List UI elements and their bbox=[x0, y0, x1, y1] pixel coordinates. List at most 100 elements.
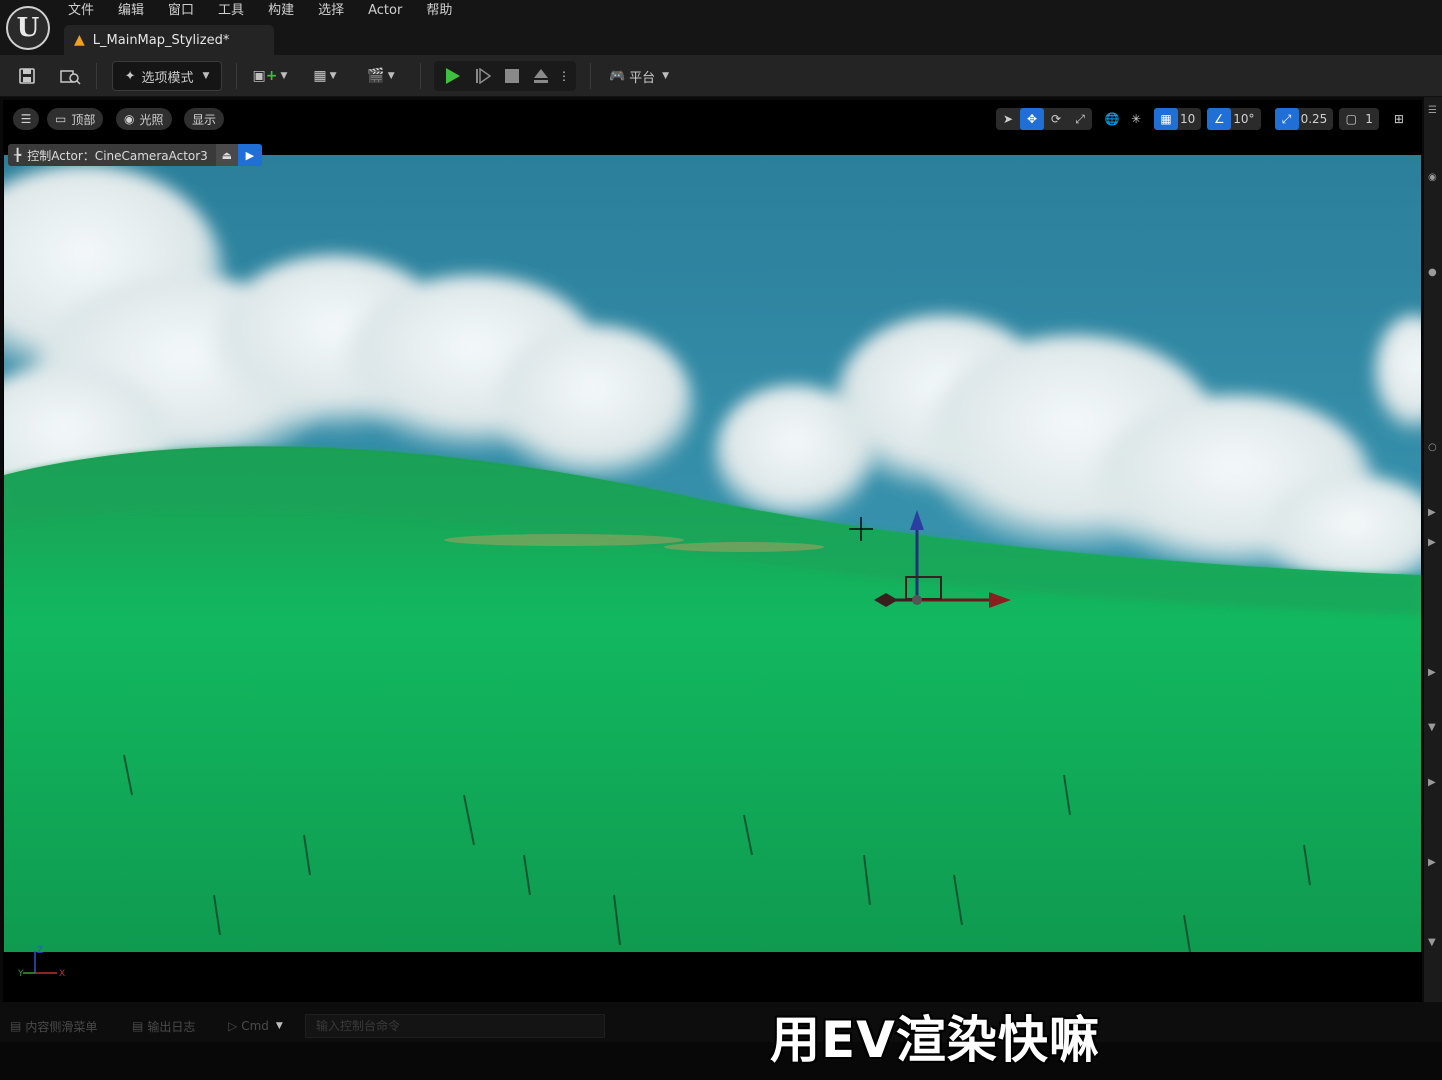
rotation-snap-toggle[interactable]: ∠ bbox=[1207, 108, 1232, 130]
level-tab-label: L_MainMap_Stylized* bbox=[92, 32, 230, 48]
details-panel-edge[interactable]: ☰ ◉ ● ○ ▶ ▶ ▶ ▼ ▶ ▶ ▼ bbox=[1424, 97, 1442, 1002]
menu-tools[interactable]: 工具 bbox=[206, 0, 256, 22]
scene-image bbox=[4, 155, 1421, 952]
menu-window[interactable]: 窗口 bbox=[156, 0, 206, 22]
rotation-snap-group[interactable]: ∠ 10° bbox=[1207, 108, 1261, 130]
eject-icon bbox=[534, 69, 548, 83]
rotate-icon: ⟳ bbox=[1050, 112, 1062, 126]
unreal-logo-icon[interactable]: U bbox=[6, 6, 50, 50]
cmd-selector[interactable]: ▷ Cmd ▼ bbox=[228, 1016, 283, 1036]
toolbar-divider bbox=[236, 63, 237, 89]
scale-tool-button[interactable]: ⤢ bbox=[1068, 108, 1092, 130]
viewport-menu-button[interactable]: ☰ bbox=[13, 108, 39, 130]
folder-search-icon bbox=[60, 70, 81, 85]
scale-snap-value[interactable]: 0.25 bbox=[1299, 112, 1334, 126]
axis-z-label: Z bbox=[37, 946, 43, 956]
eject-icon: ⏏ bbox=[221, 148, 233, 162]
lighting-mode-button[interactable]: ◉ 光照 bbox=[116, 108, 172, 130]
select-mode-icon: ✦ bbox=[124, 68, 136, 84]
more-vertical-icon: ⋮ bbox=[558, 69, 570, 83]
camera-view-button[interactable]: ▶ bbox=[237, 144, 262, 166]
scene-render[interactable] bbox=[4, 155, 1421, 952]
play-options-button[interactable]: ⋮ bbox=[556, 65, 572, 87]
chevron-right-icon[interactable]: ▶ bbox=[1428, 507, 1438, 518]
hamburger-icon: ☰ bbox=[20, 112, 32, 126]
chevron-down-icon: ▼ bbox=[280, 71, 288, 81]
pilot-actor-bar: ╊ 控制Actor：CineCameraActor3 ⏏ ▶ bbox=[8, 144, 262, 166]
chevron-right-icon[interactable]: ▶ bbox=[1428, 537, 1438, 548]
save-icon bbox=[19, 68, 35, 84]
chevron-right-icon[interactable]: ▶ bbox=[1428, 857, 1438, 868]
circle-icon: ○ bbox=[1428, 442, 1437, 453]
camera-icon: ▢ bbox=[1345, 112, 1357, 126]
chevron-right-icon[interactable]: ▶ bbox=[1428, 667, 1438, 678]
camera-speed-button[interactable]: ▢ bbox=[1339, 108, 1363, 130]
pilot-actor-label: 控制Actor：CineCameraActor3 bbox=[27, 148, 208, 163]
view-type-button[interactable]: ▭ 顶部 bbox=[47, 108, 104, 130]
scale-snap-toggle[interactable]: ⤢ bbox=[1274, 108, 1299, 130]
save-button[interactable] bbox=[14, 61, 40, 91]
viewport-toolbar: ☰ ▭ 顶部 ◉ 光照 显示 ➤ ✥ ⟳ ⤢ 🌐 ✳ ▦ 10 ∠ 10° ⤢ … bbox=[3, 100, 1422, 140]
show-flags-button[interactable]: 显示 bbox=[184, 108, 225, 130]
rotation-snap-value[interactable]: 10° bbox=[1231, 112, 1260, 126]
cursor-icon: ➤ bbox=[1002, 112, 1014, 126]
toolbar-divider bbox=[590, 63, 591, 89]
level-viewport[interactable]: ☰ ▭ 顶部 ◉ 光照 显示 ➤ ✥ ⟳ ⤢ 🌐 ✳ ▦ 10 ∠ 10° ⤢ … bbox=[3, 100, 1422, 1002]
add-actor-button[interactable]: ▣+ ▼ bbox=[250, 61, 290, 91]
angle-icon: ∠ bbox=[1213, 112, 1225, 126]
main-menu: 文件 编辑 窗口 工具 构建 选择 Actor 帮助 bbox=[56, 0, 464, 22]
transform-tools: ➤ ✥ ⟳ ⤢ 🌐 ✳ ▦ 10 ∠ 10° ⤢ 0.25 ▢ 1 ⊞ bbox=[996, 108, 1411, 130]
play-button[interactable] bbox=[438, 65, 468, 87]
grid-snap-value[interactable]: 10 bbox=[1178, 112, 1201, 126]
chevron-down-icon[interactable]: ▼ bbox=[1428, 937, 1438, 948]
console-input[interactable]: 输入控制台命令 bbox=[305, 1014, 605, 1038]
cmd-label: Cmd bbox=[241, 1019, 269, 1033]
level-tab[interactable]: ▲ L_MainMap_Stylized* bbox=[64, 25, 274, 55]
stop-button[interactable] bbox=[498, 65, 526, 87]
scale-arrow-icon: ⤢ bbox=[1281, 111, 1292, 126]
toolbar-divider bbox=[96, 63, 97, 89]
menu-build[interactable]: 构建 bbox=[256, 0, 306, 22]
output-log-button[interactable]: ▤ 输出日志 bbox=[132, 1016, 195, 1036]
log-icon: ▤ bbox=[132, 1019, 144, 1033]
viewport-layout-button[interactable]: ⊞ bbox=[1387, 108, 1411, 130]
menu-select[interactable]: 选择 bbox=[306, 0, 356, 22]
view-icon: ▭ bbox=[55, 112, 67, 126]
blueprint-button[interactable]: ▦ ▼ bbox=[304, 61, 346, 91]
gamepad-icon: 🎮 bbox=[608, 68, 626, 84]
chevron-down-icon: ▼ bbox=[387, 71, 395, 81]
axis-x-label: X bbox=[59, 969, 65, 979]
chevron-down-icon: ▼ bbox=[329, 71, 337, 81]
eject-button[interactable] bbox=[526, 65, 556, 87]
platform-button[interactable]: 🎮 平台 ▼ bbox=[604, 61, 674, 91]
rotate-tool-button[interactable]: ⟳ bbox=[1044, 108, 1068, 130]
advance-frame-button[interactable] bbox=[468, 65, 498, 87]
toolbar-divider bbox=[420, 63, 421, 89]
chevron-right-icon[interactable]: ▶ bbox=[1428, 777, 1438, 788]
cinematics-button[interactable]: 🎬 ▼ bbox=[360, 61, 402, 91]
menu-actor[interactable]: Actor bbox=[356, 0, 414, 22]
surface-snap-button[interactable]: ✳ bbox=[1124, 108, 1148, 130]
chevron-down-icon[interactable]: ▼ bbox=[1428, 722, 1438, 733]
chevron-down-icon: ▼ bbox=[662, 71, 670, 81]
browse-button[interactable] bbox=[56, 61, 84, 91]
output-log-label: 输出日志 bbox=[147, 1019, 196, 1034]
content-drawer-button[interactable]: ▤ 内容侧滑菜单 bbox=[10, 1016, 97, 1036]
drawer-icon: ▤ bbox=[10, 1019, 22, 1033]
scale-snap-group[interactable]: ⤢ 0.25 bbox=[1274, 108, 1334, 130]
menu-file[interactable]: 文件 bbox=[56, 0, 106, 22]
play-icon bbox=[446, 68, 460, 84]
select-tool-button[interactable]: ➤ bbox=[996, 108, 1020, 130]
mode-selector[interactable]: ✦ 选项模式 ▼ bbox=[112, 61, 222, 91]
eject-pilot-button[interactable]: ⏏ bbox=[215, 144, 238, 166]
camera-speed-value[interactable]: 1 bbox=[1363, 112, 1379, 126]
translate-tool-button[interactable]: ✥ bbox=[1020, 108, 1044, 130]
content-drawer-label: 内容侧滑菜单 bbox=[25, 1019, 98, 1034]
grid-snap-group[interactable]: ▦ 10 bbox=[1154, 108, 1202, 130]
camera-speed-group[interactable]: ▢ 1 bbox=[1339, 108, 1379, 130]
grid-snap-toggle[interactable]: ▦ bbox=[1154, 108, 1178, 130]
world-local-toggle[interactable]: 🌐 bbox=[1100, 108, 1124, 130]
menu-edit[interactable]: 编辑 bbox=[106, 0, 156, 22]
menu-help[interactable]: 帮助 bbox=[414, 0, 464, 22]
video-subtitle: 用EV渲染快嘛 bbox=[770, 1011, 1100, 1069]
